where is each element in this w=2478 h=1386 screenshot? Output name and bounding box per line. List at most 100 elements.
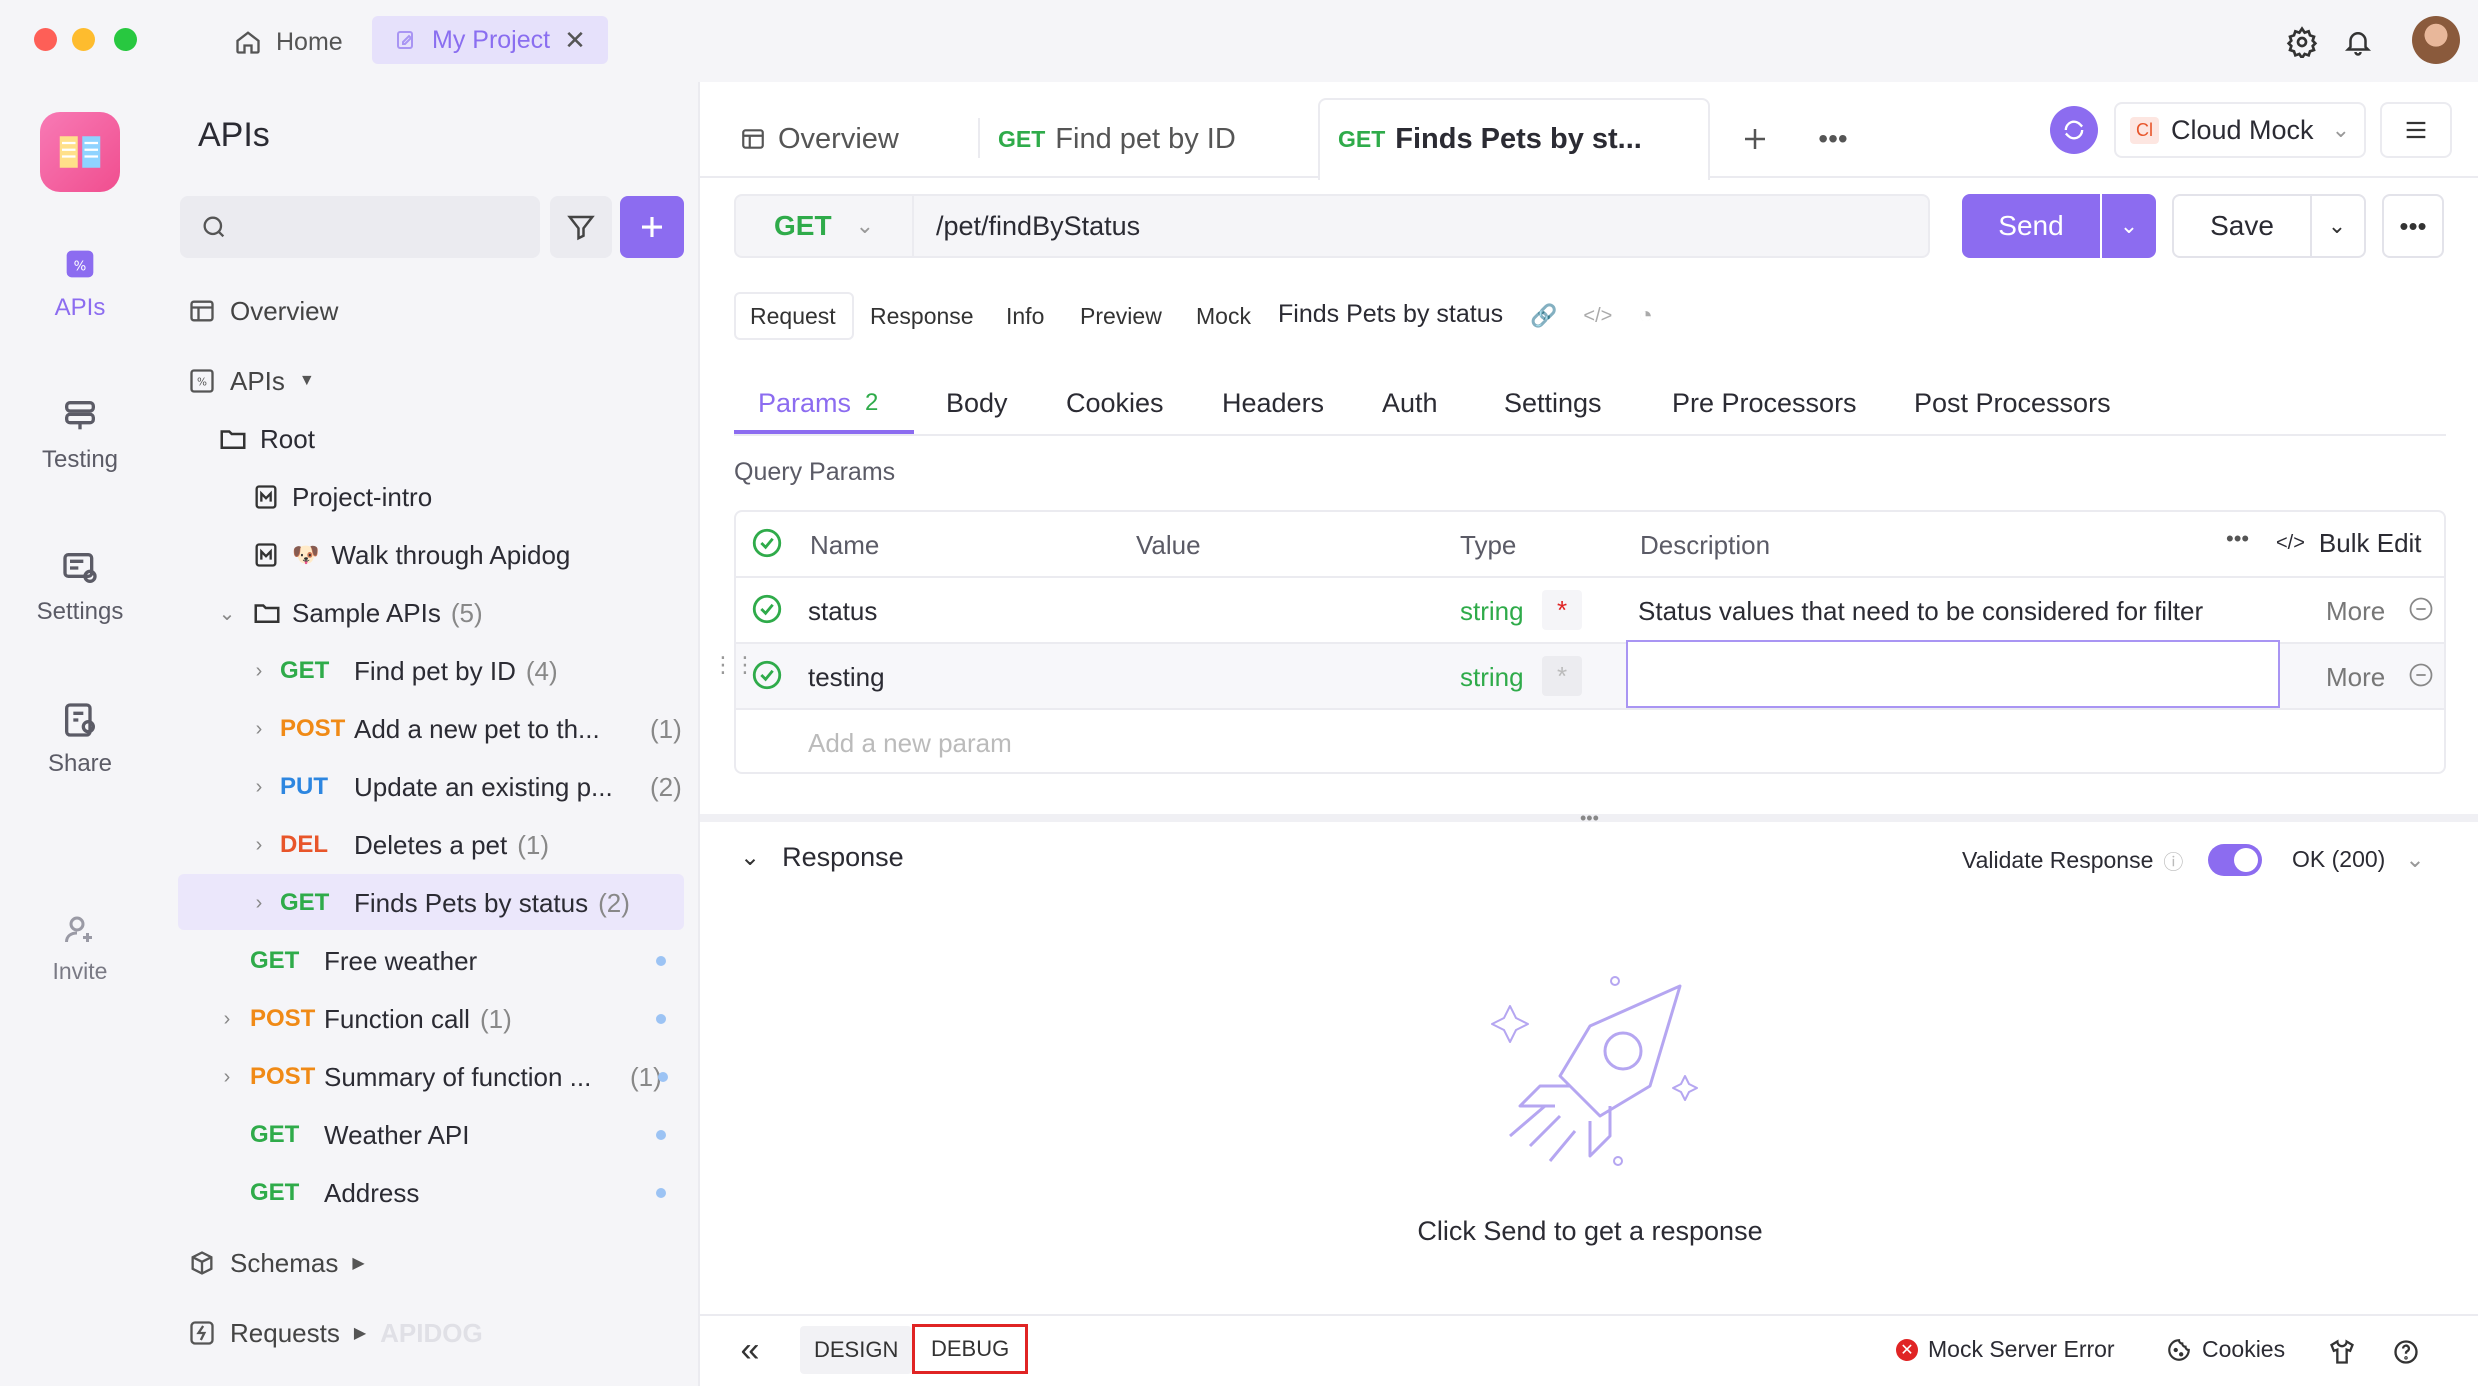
required-toggle[interactable]: * bbox=[1542, 590, 1582, 630]
param-description[interactable]: Status values that need to be considered… bbox=[1638, 596, 2203, 627]
cookies-button[interactable]: Cookies bbox=[2166, 1336, 2285, 1363]
rail-item-invite[interactable]: Invite bbox=[0, 912, 160, 985]
column-options-icon[interactable]: ••• bbox=[2226, 526, 2249, 552]
select-all-checkbox[interactable] bbox=[750, 526, 784, 560]
minimize-window-button[interactable] bbox=[72, 28, 95, 51]
tab-auth[interactable]: Auth bbox=[1382, 372, 1438, 434]
url-input[interactable] bbox=[936, 210, 1836, 242]
project-tab[interactable]: My Project ✕ bbox=[372, 16, 608, 64]
endpoint-summary-function[interactable]: › POST Summary of function ... (1) bbox=[212, 1050, 662, 1104]
doc-walk-through[interactable]: 🐶 Walk through Apidog bbox=[252, 528, 570, 582]
remove-param-icon[interactable] bbox=[2406, 594, 2436, 624]
endpoint-finds-pets-by-status[interactable]: › GET Finds Pets by status (2) bbox=[244, 876, 630, 930]
remove-param-icon[interactable] bbox=[2406, 660, 2436, 690]
param-description-input[interactable] bbox=[1626, 640, 2280, 708]
send-button[interactable]: Send bbox=[1962, 194, 2100, 258]
mock-server-error-status[interactable]: ✕ Mock Server Error bbox=[1896, 1336, 2115, 1363]
help-circle-icon[interactable] bbox=[2386, 1332, 2426, 1372]
chevron-right-icon[interactable]: › bbox=[244, 660, 274, 683]
subtab-request[interactable]: Request bbox=[734, 292, 852, 340]
endpoint-free-weather[interactable]: GET Free weather bbox=[250, 934, 477, 988]
chevron-right-icon[interactable]: › bbox=[212, 1008, 242, 1031]
save-dropdown-button[interactable]: ⌄ bbox=[2310, 194, 2366, 258]
help-icon[interactable]: ⓘ bbox=[2163, 846, 2183, 875]
collapse-sidebar-icon[interactable]: « bbox=[728, 1330, 772, 1370]
chevron-right-icon[interactable]: › bbox=[244, 776, 274, 799]
chevron-down-icon[interactable]: ⌄ bbox=[212, 601, 242, 626]
param-enabled-checkbox[interactable] bbox=[750, 592, 784, 626]
sidebar-schemas[interactable]: Schemas ▶ bbox=[188, 1236, 365, 1290]
more-tabs-icon[interactable]: ••• bbox=[1812, 118, 1854, 160]
add-param-input[interactable]: Add a new param bbox=[808, 728, 1012, 759]
add-api-button[interactable] bbox=[620, 196, 684, 258]
rail-item-testing[interactable]: Testing bbox=[0, 396, 160, 474]
doc-project-intro[interactable]: Project-intro bbox=[252, 470, 432, 524]
tab-cookies[interactable]: Cookies bbox=[1066, 372, 1164, 434]
shirt-icon[interactable] bbox=[2322, 1332, 2362, 1372]
bell-icon[interactable] bbox=[2336, 20, 2380, 64]
endpoint-update-pet[interactable]: › PUT Update an existing p... (2) bbox=[244, 760, 682, 814]
tab-find-pet-by-id[interactable]: GET Find pet by ID bbox=[998, 100, 1236, 178]
chevron-right-icon[interactable]: › bbox=[244, 834, 274, 857]
more-actions-button[interactable]: ••• bbox=[2382, 194, 2444, 258]
folder-root[interactable]: Root bbox=[218, 412, 315, 466]
tab-finds-pets-by-status[interactable]: GET Finds Pets by st... bbox=[1338, 100, 1642, 178]
bulk-edit-button[interactable]: </> Bulk Edit bbox=[2276, 528, 2422, 559]
tab-pre-processors[interactable]: Pre Processors bbox=[1672, 372, 1857, 434]
filter-button[interactable] bbox=[550, 196, 612, 258]
endpoint-add-pet[interactable]: › POST Add a new pet to th... (1) bbox=[244, 702, 682, 756]
sidebar-requests[interactable]: Requests ▶ APIDOG bbox=[188, 1306, 483, 1360]
param-name[interactable]: status bbox=[808, 596, 877, 627]
subtab-info[interactable]: Info bbox=[990, 292, 1060, 340]
tab-post-processors[interactable]: Post Processors bbox=[1914, 372, 2111, 434]
rail-item-apis[interactable]: % APIs bbox=[0, 244, 160, 322]
endpoint-weather-api[interactable]: GET Weather API bbox=[250, 1108, 470, 1162]
response-header[interactable]: ⌄ Response bbox=[740, 842, 904, 873]
subtab-response[interactable]: Response bbox=[854, 292, 990, 340]
param-type[interactable]: string bbox=[1460, 662, 1524, 693]
search-field[interactable] bbox=[240, 213, 520, 241]
method-select[interactable]: GET ⌄ bbox=[736, 196, 914, 256]
endpoint-function-call[interactable]: › POST Function call (1) bbox=[212, 992, 512, 1046]
search-input[interactable] bbox=[180, 196, 540, 258]
tab-overview[interactable]: Overview bbox=[740, 100, 899, 178]
endpoint-find-pet-by-id[interactable]: › GET Find pet by ID (4) bbox=[244, 644, 558, 698]
sync-button[interactable] bbox=[2050, 106, 2098, 154]
environment-select[interactable]: Cl Cloud Mock ⌄ bbox=[2114, 102, 2366, 158]
chevron-right-icon[interactable]: › bbox=[212, 1066, 242, 1089]
save-button[interactable]: Save bbox=[2172, 194, 2312, 258]
home-tab[interactable]: Home bbox=[216, 20, 361, 64]
param-more-button[interactable]: More bbox=[2326, 596, 2385, 627]
maximize-window-button[interactable] bbox=[114, 28, 137, 51]
param-name[interactable]: testing bbox=[808, 662, 885, 693]
param-more-button[interactable]: More bbox=[2326, 662, 2385, 693]
sidebar-overview[interactable]: Overview bbox=[188, 284, 338, 338]
chevron-right-icon[interactable]: › bbox=[244, 892, 274, 915]
new-tab-button[interactable] bbox=[1734, 118, 1776, 160]
close-window-button[interactable] bbox=[34, 28, 57, 51]
required-toggle[interactable]: * bbox=[1542, 656, 1582, 696]
sidebar-apis-section[interactable]: % APIs ▼ bbox=[188, 354, 315, 408]
design-mode-button[interactable]: DESIGN bbox=[800, 1326, 913, 1374]
link-icon[interactable]: 🔗 bbox=[1530, 303, 1557, 329]
code-icon[interactable]: </> bbox=[1583, 305, 1612, 328]
tab-headers[interactable]: Headers bbox=[1222, 372, 1324, 434]
rail-item-settings[interactable]: Settings bbox=[0, 548, 160, 626]
subtab-mock[interactable]: Mock bbox=[1180, 292, 1267, 340]
avatar[interactable] bbox=[2412, 16, 2460, 64]
validate-toggle[interactable] bbox=[2208, 844, 2262, 876]
tab-settings[interactable]: Settings bbox=[1504, 372, 1602, 434]
tab-params[interactable]: Params 2 bbox=[758, 372, 878, 434]
response-status-select[interactable]: OK (200) ⌄ bbox=[2292, 846, 2425, 873]
chevron-right-icon[interactable]: › bbox=[244, 718, 274, 741]
folder-sample-apis[interactable]: ⌄ Sample APIs (5) bbox=[212, 586, 483, 640]
param-enabled-checkbox[interactable] bbox=[750, 658, 784, 692]
subtab-preview[interactable]: Preview bbox=[1064, 292, 1178, 340]
param-type[interactable]: string bbox=[1460, 596, 1524, 627]
settings-icon[interactable] bbox=[2280, 20, 2324, 64]
tab-body[interactable]: Body bbox=[946, 372, 1008, 434]
menu-button[interactable] bbox=[2380, 102, 2452, 158]
history-icon[interactable]: ◔ bbox=[1638, 302, 1653, 330]
resize-grip-icon[interactable]: ••• bbox=[1580, 808, 1599, 829]
debug-mode-button[interactable]: DEBUG bbox=[912, 1324, 1029, 1374]
